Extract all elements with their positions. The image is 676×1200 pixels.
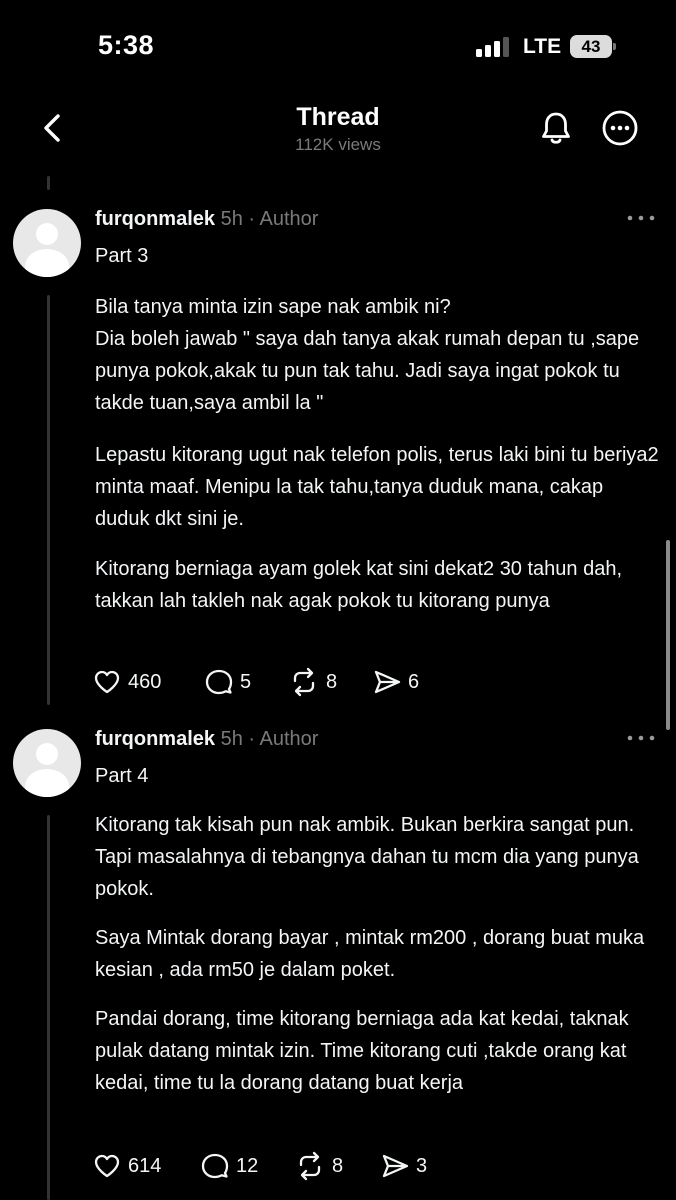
post-paragraph: Saya Mintak dorang bayar , mintak rm200 …: [95, 927, 645, 981]
more-options-button[interactable]: [599, 107, 641, 149]
post-more-button[interactable]: [624, 728, 658, 748]
post-header: furqonmalek 5h · Author: [95, 208, 318, 231]
repost-icon: [299, 1151, 321, 1181]
avatar[interactable]: [13, 209, 81, 277]
reply-count: 12: [236, 1154, 259, 1177]
thread-connector: [47, 176, 50, 190]
status-time: 5:38: [98, 30, 155, 60]
comment-icon: [201, 1153, 229, 1179]
post-paragraph: Pandai dorang, time kitorang berniaga ad…: [95, 1008, 629, 1094]
repost-button[interactable]: 8: [294, 1150, 343, 1182]
reply-count: 5: [240, 670, 252, 693]
status-bar: 5:38 LTE 43: [0, 0, 676, 90]
send-icon: [374, 670, 401, 694]
like-count: 614: [128, 1154, 162, 1177]
post-part-label: Part 3: [95, 245, 149, 267]
scrollbar[interactable]: [666, 540, 670, 730]
thread-connector: [47, 815, 50, 1200]
share-button[interactable]: 6: [372, 666, 419, 698]
repost-count: 8: [332, 1154, 344, 1177]
post-actions: 614 12 8 3: [92, 1150, 512, 1182]
heart-icon: [94, 670, 120, 694]
battery-level: 43: [570, 35, 612, 58]
post-header: furqonmalek 5h · Author: [95, 728, 318, 751]
network-type: LTE: [523, 35, 562, 58]
repost-button[interactable]: 8: [288, 666, 337, 698]
share-button[interactable]: 3: [380, 1150, 427, 1182]
repost-count: 8: [326, 670, 338, 693]
post-more-button[interactable]: [624, 208, 658, 228]
thread-connector: [47, 295, 50, 705]
like-button[interactable]: 614: [92, 1150, 161, 1182]
send-icon: [382, 1154, 409, 1178]
comment-icon: [205, 669, 233, 695]
username[interactable]: furqonmalek: [95, 728, 215, 750]
avatar[interactable]: [13, 729, 81, 797]
ellipsis-icon: [627, 215, 655, 221]
share-count: 3: [416, 1154, 428, 1177]
post-paragraph: Bila tanya minta izin sape nak ambik ni?…: [95, 296, 640, 414]
thread-header: Thread 112K views: [0, 90, 676, 170]
post-paragraph: Lepastu kitorang ugut nak telefon polis,…: [95, 444, 659, 530]
share-count: 6: [408, 670, 420, 693]
notification-button[interactable]: [535, 107, 577, 149]
signal-icon: [476, 37, 514, 57]
post-paragraph: Kitorang tak kisah pun nak ambik. Bukan …: [95, 814, 639, 900]
like-count: 460: [128, 670, 162, 693]
post-paragraph: Kitorang berniaga ayam golek kat sini de…: [95, 558, 623, 612]
reply-button[interactable]: 12: [200, 1150, 258, 1182]
more-circle-icon: [602, 110, 638, 146]
post-part-label: Part 4: [95, 765, 149, 787]
post-meta: 5h · Author: [215, 728, 319, 750]
like-button[interactable]: 460: [92, 666, 161, 698]
repost-icon: [293, 667, 315, 697]
post-actions: 460 5 8 6: [92, 666, 512, 698]
reply-button[interactable]: 5: [204, 666, 251, 698]
username[interactable]: furqonmalek: [95, 208, 215, 230]
battery-icon: 43: [570, 35, 616, 58]
heart-icon: [94, 1154, 120, 1178]
ellipsis-icon: [627, 735, 655, 741]
bell-icon: [542, 112, 570, 144]
post-meta: 5h · Author: [215, 208, 319, 230]
